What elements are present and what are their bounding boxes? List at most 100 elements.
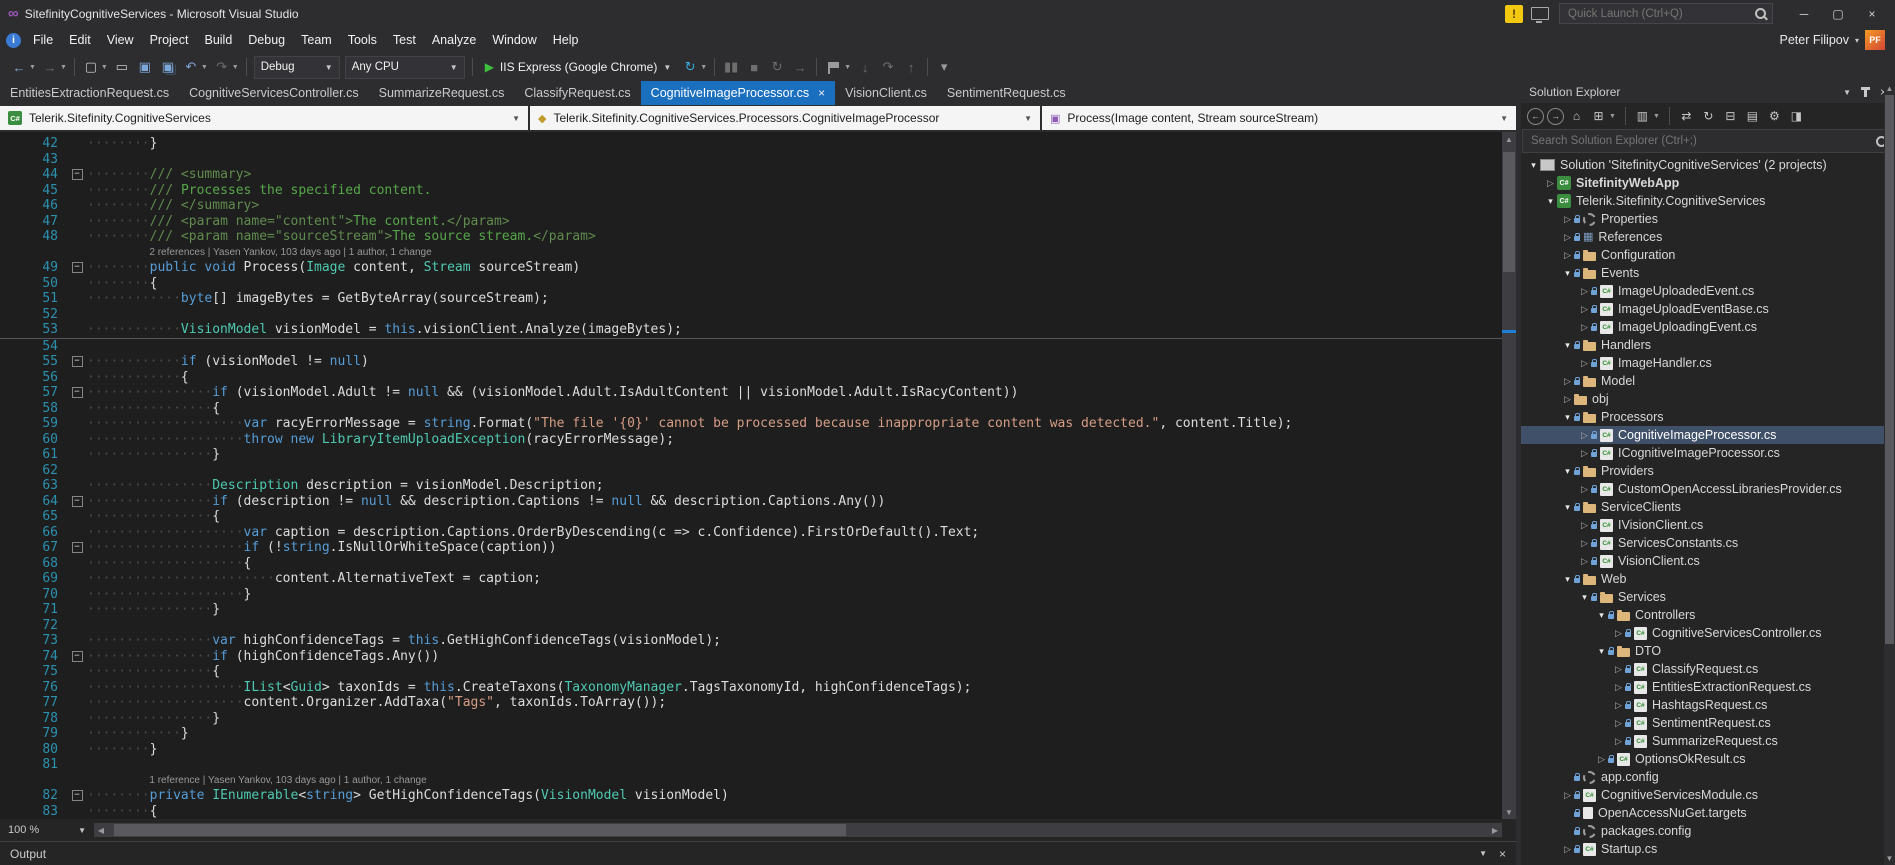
- fold-region[interactable]: −: [67, 494, 87, 510]
- collapse-arrow-icon[interactable]: ▾: [1544, 196, 1557, 207]
- restart-icon[interactable]: ↻: [766, 56, 788, 78]
- close-button[interactable]: ×: [1855, 3, 1889, 25]
- scroll-up-icon[interactable]: ▲: [1502, 132, 1516, 146]
- collapse-arrow-icon[interactable]: ▾: [1595, 646, 1608, 657]
- dropdown-caret-icon[interactable]: ▼: [232, 64, 239, 71]
- tab-VisionClient.cs[interactable]: VisionClient.cs: [835, 81, 937, 105]
- fold-collapse-icon[interactable]: −: [72, 169, 83, 180]
- expand-arrow-icon[interactable]: ▷: [1544, 178, 1557, 189]
- output-panel-header[interactable]: Output ▼ ×: [0, 841, 1516, 865]
- tree-item-Solution 'SitefinityCognitiveServices' (2 projects)[interactable]: ▾Solution 'SitefinityCognitiveServices' …: [1521, 156, 1895, 174]
- dropdown-caret-icon[interactable]: ▼: [1653, 113, 1660, 120]
- step-over-icon[interactable]: ↷: [877, 56, 899, 78]
- window-position-icon[interactable]: ▼: [1479, 849, 1487, 858]
- switch-views-icon[interactable]: ⊞: [1589, 107, 1608, 126]
- scroll-down-icon[interactable]: ▼: [1502, 805, 1516, 819]
- collapse-all-icon[interactable]: ⊟: [1721, 107, 1740, 126]
- fold-collapse-icon[interactable]: −: [72, 651, 83, 662]
- properties-icon[interactable]: ⚙: [1765, 107, 1784, 126]
- signed-in-user-name[interactable]: Peter Filipov: [1780, 33, 1849, 47]
- pin-icon[interactable]: [1864, 88, 1867, 97]
- close-icon[interactable]: ×: [818, 86, 825, 100]
- expand-arrow-icon[interactable]: ▷: [1561, 844, 1574, 855]
- avatar[interactable]: PF: [1865, 30, 1885, 50]
- collapse-arrow-icon[interactable]: ▾: [1561, 268, 1574, 279]
- tree-item-CognitiveServicesModule.cs[interactable]: ▷C#CognitiveServicesModule.cs: [1521, 786, 1895, 804]
- step-out-icon[interactable]: ↑: [900, 56, 922, 78]
- tree-item-ImageUploadEventBase.cs[interactable]: ▷C#ImageUploadEventBase.cs: [1521, 300, 1895, 318]
- fold-collapse-icon[interactable]: −: [72, 542, 83, 553]
- break-all-icon[interactable]: ▮▮: [720, 56, 742, 78]
- tree-item-CognitiveImageProcessor.cs[interactable]: ▷C#CognitiveImageProcessor.cs: [1521, 426, 1895, 444]
- save-icon[interactable]: ▣: [134, 56, 156, 78]
- expand-arrow-icon[interactable]: ▷: [1561, 232, 1574, 243]
- platform-dropdown[interactable]: Any CPU▼: [345, 56, 465, 79]
- window-position-icon[interactable]: ▼: [1843, 88, 1851, 97]
- quick-launch-input[interactable]: [1566, 7, 1755, 21]
- tree-item-Configuration[interactable]: ▷Configuration: [1521, 246, 1895, 264]
- pending-changes-filter-icon[interactable]: ▥: [1633, 107, 1652, 126]
- menu-debug[interactable]: Debug: [240, 30, 293, 50]
- scrollbar-thumb[interactable]: [1503, 152, 1515, 272]
- tab-CognitiveServicesController.cs[interactable]: CognitiveServicesController.cs: [179, 81, 369, 105]
- menu-window[interactable]: Window: [484, 30, 544, 50]
- save-all-icon[interactable]: ▣: [157, 56, 179, 78]
- expand-arrow-icon[interactable]: ▷: [1578, 304, 1591, 315]
- tab-ClassifyRequest.cs[interactable]: ClassifyRequest.cs: [514, 81, 640, 105]
- fold-collapse-icon[interactable]: −: [72, 262, 83, 273]
- tree-item-HashtagsRequest.cs[interactable]: ▷C#HashtagsRequest.cs: [1521, 696, 1895, 714]
- tree-item-CustomOpenAccessLibrariesProvider.cs[interactable]: ▷C#CustomOpenAccessLibrariesProvider.cs: [1521, 480, 1895, 498]
- tree-item-ServiceClients[interactable]: ▾ServiceClients: [1521, 498, 1895, 516]
- expand-arrow-icon[interactable]: ▷: [1612, 718, 1625, 729]
- tab-CognitiveImageProcessor.cs[interactable]: CognitiveImageProcessor.cs×: [641, 81, 835, 105]
- notifications-icon[interactable]: !: [1505, 5, 1523, 23]
- menu-build[interactable]: Build: [196, 30, 240, 50]
- dropdown-caret-icon[interactable]: ▼: [700, 64, 707, 71]
- info-icon[interactable]: i: [6, 33, 21, 48]
- tree-item-IVisionClient.cs[interactable]: ▷C#IVisionClient.cs: [1521, 516, 1895, 534]
- code-editor[interactable]: 42········}4344−········/// <summary>45·…: [0, 132, 1516, 819]
- expand-arrow-icon[interactable]: ▷: [1561, 394, 1574, 405]
- expand-arrow-icon[interactable]: ▷: [1612, 682, 1625, 693]
- tree-item-OptionsOkResult.cs[interactable]: ▷C#OptionsOkResult.cs: [1521, 750, 1895, 768]
- menu-view[interactable]: View: [99, 30, 142, 50]
- fold-collapse-icon[interactable]: −: [72, 387, 83, 398]
- expand-arrow-icon[interactable]: ▷: [1561, 376, 1574, 387]
- tree-item-SitefinityWebApp[interactable]: ▷C#SitefinityWebApp: [1521, 174, 1895, 192]
- expand-arrow-icon[interactable]: ▷: [1561, 250, 1574, 261]
- start-debug-button[interactable]: ▶IIS Express (Google Chrome)▼: [478, 56, 679, 78]
- tree-item-SentimentRequest.cs[interactable]: ▷C#SentimentRequest.cs: [1521, 714, 1895, 732]
- solution-explorer-header[interactable]: Solution Explorer ▼ ×: [1521, 81, 1895, 103]
- tree-item-obj[interactable]: ▷obj: [1521, 390, 1895, 408]
- dropdown-caret-icon[interactable]: ▼: [1609, 113, 1616, 120]
- browser-link-refresh-icon[interactable]: ↻: [679, 56, 701, 78]
- tree-item-ClassifyRequest.cs[interactable]: ▷C#ClassifyRequest.cs: [1521, 660, 1895, 678]
- tree-item-Web[interactable]: ▾Web: [1521, 570, 1895, 588]
- tree-item-SummarizeRequest.cs[interactable]: ▷C#SummarizeRequest.cs: [1521, 732, 1895, 750]
- undo-icon[interactable]: ↶: [180, 56, 202, 78]
- collapse-arrow-icon[interactable]: ▾: [1578, 592, 1591, 603]
- fold-collapse-icon[interactable]: −: [72, 790, 83, 801]
- chevron-down-icon[interactable]: ▾: [1855, 36, 1859, 45]
- new-project-icon[interactable]: ▢: [80, 56, 102, 78]
- fold-region[interactable]: −: [67, 540, 87, 556]
- tree-item-ImageHandler.cs[interactable]: ▷C#ImageHandler.cs: [1521, 354, 1895, 372]
- refresh-icon[interactable]: ↻: [1699, 107, 1718, 126]
- zoom-dropdown[interactable]: 100 % ▼: [0, 819, 94, 841]
- fold-region[interactable]: −: [67, 649, 87, 665]
- fold-region[interactable]: −: [67, 788, 87, 804]
- expand-arrow-icon[interactable]: ▷: [1578, 556, 1591, 567]
- tree-item-DTO[interactable]: ▾DTO: [1521, 642, 1895, 660]
- configuration-dropdown[interactable]: Debug▼: [254, 56, 340, 79]
- fold-region[interactable]: −: [67, 260, 87, 276]
- tree-item-ImageUploadingEvent.cs[interactable]: ▷C#ImageUploadingEvent.cs: [1521, 318, 1895, 336]
- collapse-arrow-icon[interactable]: ▾: [1561, 412, 1574, 423]
- tab-SentimentRequest.cs[interactable]: SentimentRequest.cs: [937, 81, 1076, 105]
- tree-item-OpenAccessNuGet.targets[interactable]: OpenAccessNuGet.targets: [1521, 804, 1895, 822]
- collapse-arrow-icon[interactable]: ▾: [1527, 160, 1540, 171]
- expand-arrow-icon[interactable]: ▷: [1561, 214, 1574, 225]
- expand-arrow-icon[interactable]: ▷: [1578, 538, 1591, 549]
- tree-item-packages.config[interactable]: packages.config: [1521, 822, 1895, 840]
- tree-item-Processors[interactable]: ▾Processors: [1521, 408, 1895, 426]
- navigate-forward-icon[interactable]: →: [1547, 108, 1564, 125]
